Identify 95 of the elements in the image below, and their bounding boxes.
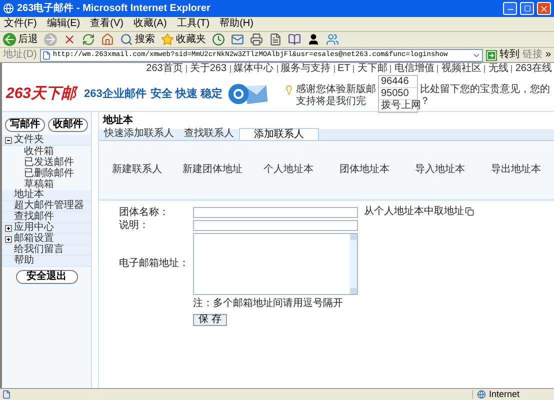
dropdown-item[interactable]: 96446 (379, 76, 417, 88)
menu-item[interactable]: 工具(T) (176, 19, 210, 29)
top-nav-link[interactable]: 263在线 (515, 63, 552, 75)
slogan: 263企业邮件 (84, 86, 146, 102)
sidebar-item[interactable]: 邮箱设置 (2, 234, 91, 245)
go-arrow-icon (486, 50, 498, 60)
book-icon (288, 33, 301, 46)
people-icon (326, 33, 339, 46)
action-link[interactable]: 团体地址本 (326, 165, 402, 175)
window-title: 263电子邮件 - Microsoft Internet Explorer (17, 4, 212, 14)
folder-item[interactable]: 收件箱 (2, 146, 91, 157)
field-label: 电子邮箱地址： (118, 259, 190, 269)
top-nav-link[interactable]: 天下邮 (357, 63, 388, 75)
mail-button[interactable]: 收邮件 (48, 118, 88, 132)
notice-text: 支持将是我们完 (296, 97, 366, 107)
close-button[interactable] (537, 2, 551, 15)
action-link[interactable]: 新建团体地址 (174, 165, 251, 175)
action-link[interactable]: 个人地址本 (250, 165, 326, 175)
pick-address-link[interactable]: 从个人地址本中取地址 (364, 207, 464, 217)
sidebar-item[interactable]: 帮助 (2, 256, 91, 267)
tab[interactable]: 添加联系人 (239, 128, 319, 140)
toolbar-button[interactable] (307, 32, 320, 47)
notice-text: ？ (420, 97, 431, 107)
tab[interactable]: 查找联系人 (179, 128, 239, 140)
field-label: 说明： (118, 220, 150, 230)
minimize-button[interactable] (503, 2, 517, 15)
top-nav-link[interactable]: 263首页 (146, 63, 183, 75)
stop-icon (63, 33, 76, 46)
toolbar-button[interactable]: 后退 (3, 32, 38, 47)
folder-item[interactable]: 草稿箱 (2, 179, 91, 190)
note-text: 注：多个邮箱地址间请用逗号隔开 (193, 299, 344, 309)
sidebar-item[interactable]: 文件夹 (2, 135, 91, 146)
zone-label: Internet (489, 390, 520, 399)
menu-item[interactable]: 编辑(E) (46, 19, 80, 29)
text-field[interactable] (193, 207, 358, 218)
maximize-button[interactable] (520, 2, 534, 15)
top-nav-link[interactable]: ET (338, 63, 350, 75)
action-link[interactable]: 导出地址本 (478, 165, 554, 175)
sidebar-item[interactable]: 应用中心 (2, 223, 91, 234)
tab[interactable]: 快速添加联系人 (99, 128, 179, 140)
action-link[interactable]: 新建联系人 (99, 165, 175, 175)
person-icon (307, 33, 320, 46)
logout-button[interactable]: 安全退出 (16, 270, 78, 284)
top-nav-link[interactable]: 电信增值 (394, 63, 434, 75)
collapse-icon[interactable] (5, 136, 12, 144)
star-icon (161, 33, 174, 46)
top-nav-link[interactable]: 视频社区 (441, 63, 482, 75)
folder-item[interactable]: 已删除邮件 (2, 168, 91, 179)
folder-item[interactable]: 已发送邮件 (2, 157, 91, 168)
go-button[interactable]: 转到 (486, 50, 520, 60)
tagline: 安全 快速 稳定 (150, 86, 223, 102)
toolbar-button[interactable]: 收藏夹 (161, 32, 206, 47)
printer-icon (250, 33, 263, 46)
menu-item[interactable]: 帮助(H) (220, 19, 254, 29)
maximize-icon (524, 5, 530, 12)
save-button[interactable]: 保 存 (193, 314, 227, 326)
mail-button[interactable]: 写邮件 (5, 118, 45, 132)
dropdown-item[interactable]: 95050 (379, 88, 417, 100)
copy-icon[interactable] (465, 207, 474, 216)
top-nav-link[interactable]: 无线 (488, 63, 508, 75)
close-icon (539, 4, 549, 14)
menu-item[interactable]: 文件(F) (4, 19, 37, 29)
text-field[interactable] (193, 220, 358, 231)
sidebar-item[interactable]: 超大邮件管理器 (2, 201, 91, 212)
action-link[interactable]: 导入地址本 (402, 165, 478, 175)
field-label: 团体名称： (118, 208, 170, 218)
top-nav-link[interactable]: 服务与支持 (280, 63, 331, 75)
address-label: 地址(D) (3, 50, 37, 60)
expand-icon[interactable] (5, 236, 12, 242)
globe-icon (477, 390, 486, 399)
menu-item[interactable]: 查看(V) (90, 19, 124, 29)
toolbar-button[interactable]: 搜索 (120, 32, 155, 47)
clock-icon (212, 33, 225, 46)
expand-icon[interactable] (5, 224, 12, 232)
sidebar-item[interactable]: 地址本 (2, 190, 91, 201)
logo: 263天下邮 (6, 84, 76, 104)
forward-icon (44, 33, 57, 46)
notice-text: 比处留下您的宝贵意见，您的 (420, 85, 550, 95)
browser-icon (3, 3, 14, 14)
sidebar-item[interactable]: 给我们留言 (2, 245, 91, 256)
lightbulb-icon (284, 85, 294, 95)
section-title: 地址本 (102, 114, 134, 128)
more-chevron[interactable]: » (545, 50, 551, 60)
refresh-icon (82, 33, 95, 46)
search-icon (120, 33, 133, 46)
email-at-drawing (226, 82, 269, 106)
page-icon (42, 50, 51, 60)
mail-icon (231, 33, 244, 46)
notice-text: 感谢您体验新版邮 (296, 85, 376, 95)
sidebar-item[interactable]: 查找邮件 (2, 212, 91, 223)
page-icon (2, 390, 11, 399)
menu-item[interactable]: 收藏(A) (133, 19, 167, 29)
home-icon (101, 33, 114, 46)
document-icon (269, 33, 282, 46)
back-icon (3, 33, 16, 46)
